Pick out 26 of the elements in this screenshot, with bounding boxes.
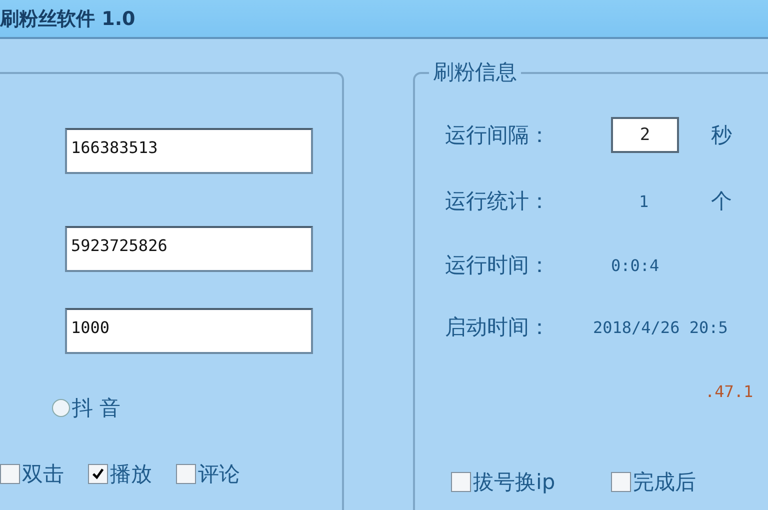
input-field[interactable]: 5923725826 — [65, 226, 313, 272]
field-label: 运行统计： — [445, 188, 551, 215]
checkbox-label: 评论 — [198, 461, 240, 488]
checkbox[interactable] — [611, 472, 632, 492]
checkbox-label: 完成后 — [633, 469, 696, 496]
field-label: 运行时间： — [445, 252, 551, 279]
checkbox[interactable] — [0, 464, 20, 484]
input-field[interactable]: 1000 — [65, 308, 313, 354]
unit-label: 个 — [711, 188, 732, 215]
checkbox[interactable] — [451, 472, 471, 492]
check-icon — [91, 467, 105, 481]
value-text: .47.1 — [705, 382, 754, 400]
unit-label: 秒 — [711, 122, 732, 149]
value-text: 0:0:4 — [611, 256, 660, 274]
field-label: 运行间隔： — [445, 122, 551, 149]
value-text: 1 — [639, 192, 650, 210]
checkbox-label: 播放 — [110, 461, 152, 488]
checkbox[interactable] — [88, 464, 108, 484]
checkbox[interactable] — [176, 464, 196, 484]
value-text: 2018/4/26 20:5 — [593, 318, 728, 336]
input-field[interactable]: 166383513 — [65, 128, 313, 174]
checkbox-label: 拔号换ip — [473, 469, 556, 496]
input-field[interactable]: 2 — [611, 117, 679, 153]
radio-label: 抖 音 — [72, 395, 121, 422]
radio-button[interactable] — [52, 399, 70, 417]
checkbox-label: 双击 — [22, 461, 64, 488]
